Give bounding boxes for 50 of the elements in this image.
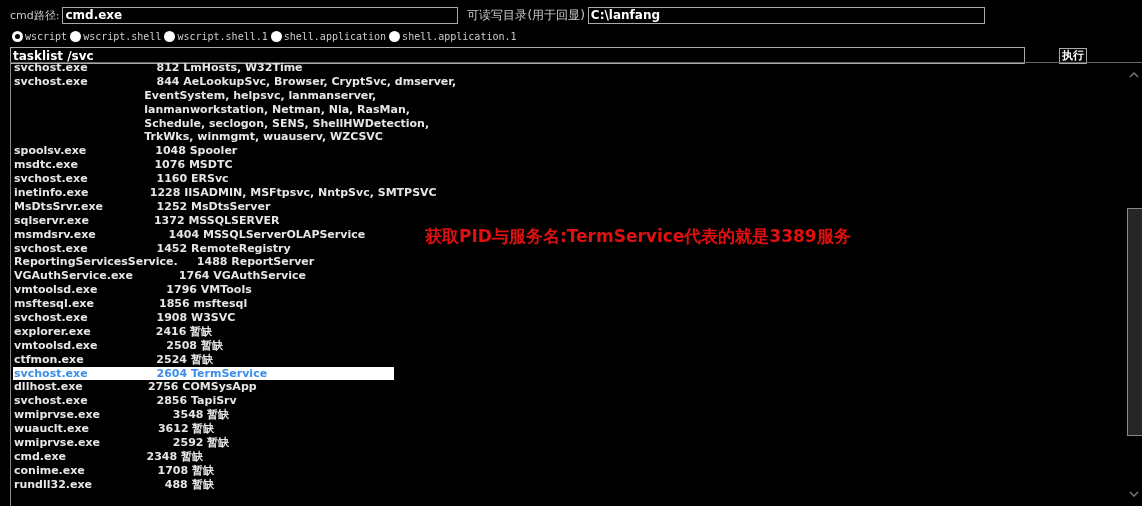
output-line: vmtoolsd.exe 1796 VMTools <box>13 283 253 298</box>
scroll-up-icon[interactable] <box>1129 72 1139 78</box>
output-line: inetinfo.exe 1228 IISADMIN, MSFtpsvc, NntpSvc, SMTPSVC <box>13 186 437 200</box>
output-line: wmiprvse.exe 2592 暂缺 <box>13 436 231 450</box>
output-line: spoolsv.exe 1048 Spooler <box>13 144 239 159</box>
output-line: MsDtsSrvr.exe 1252 MsDtsServer <box>13 199 272 214</box>
directory-label: 可读写目录(用于回显) <box>467 6 585 24</box>
output-line: vmtoolsd.exe 2508 暂缺 <box>13 338 224 353</box>
radio-button[interactable] <box>389 30 401 42</box>
output-line: msmdsrv.exe 1404 MSSQLServerOLAPService <box>13 227 367 242</box>
cmd-path-label: cmd路径: <box>10 7 60 23</box>
output-line: svchost.exe 1452 RemoteRegistry <box>13 241 292 256</box>
output-line: svchost.exe 812 LmHosts, W32Time <box>13 63 304 75</box>
command-field[interactable]: tasklist /svc <box>10 47 1025 64</box>
output-line: EventSystem, helpsvc, lanmanserver, <box>143 88 378 103</box>
radio-option[interactable]: shell.application.1 <box>389 30 517 42</box>
output-line: wuauclt.exe 3612 暂缺 <box>13 422 216 437</box>
radio-button[interactable] <box>12 30 23 42</box>
radio-option[interactable]: wscript.shell.1 <box>164 30 268 42</box>
output-line: TrkWks, winmgmt, wuauserv, WZCSVC <box>143 130 384 145</box>
output-line: svchost.exe 844 AeLookupSvc, Browser, CryptSvc, dmserver, <box>13 74 457 89</box>
output-line: cmd.exe 2348 暂缺 <box>13 449 204 464</box>
output-line: VGAuthService.exe 1764 VGAuthService <box>13 269 307 284</box>
output-line: explorer.exe 2416 暂缺 <box>13 324 214 339</box>
directory-field[interactable]: C:\lanfang <box>587 6 985 24</box>
output-line: wmiprvse.exe 3548 暂缺 <box>13 408 231 422</box>
output-line: conime.exe 1708 暂缺 <box>13 463 215 478</box>
output-line: ctfmon.exe 2524 暂缺 <box>13 352 214 367</box>
output-line: ReportingServicesService. 1488 ReportServer <box>13 255 316 270</box>
output-line: svchost.exe 2856 TapiSrv <box>13 394 238 408</box>
scroll-down-icon[interactable] <box>1129 491 1139 497</box>
annotation-text: 获取PID与服务名:TermService代表的就是3389服务 <box>425 225 851 248</box>
output-line: lanmanworkstation, Netman, Nla, RasMan, <box>143 102 410 117</box>
radio-option[interactable]: wscript <box>12 30 68 42</box>
radio-option[interactable]: wscript.shell <box>70 30 162 42</box>
output-line: sqlservr.exe 1372 MSSQLSERVER <box>13 213 281 228</box>
cmd-path-field[interactable]: cmd.exe <box>62 6 459 24</box>
output-line: msftesql.exe 1856 msftesql <box>13 297 249 312</box>
radio-option[interactable]: shell.application <box>270 30 387 42</box>
output-line: Schedule, seclogon, SENS, ShellHWDetection, <box>143 116 430 131</box>
execute-button[interactable]: 执行 <box>1059 47 1087 64</box>
output-line: svchost.exe 1908 W3SVC <box>13 311 237 325</box>
radio-button[interactable] <box>270 30 282 42</box>
output-line: svchost.exe 1160 ERSvc <box>13 172 230 186</box>
radio-button[interactable] <box>70 30 82 42</box>
output-line: rundll32.exe 488 暂缺 <box>13 477 215 492</box>
output-line: dllhost.exe 2756 COMSysApp <box>13 380 258 395</box>
scrollbar-thumb[interactable] <box>1127 208 1142 436</box>
radio-button[interactable] <box>164 30 176 42</box>
output-line: msdtc.exe 1076 MSDTC <box>13 158 234 173</box>
